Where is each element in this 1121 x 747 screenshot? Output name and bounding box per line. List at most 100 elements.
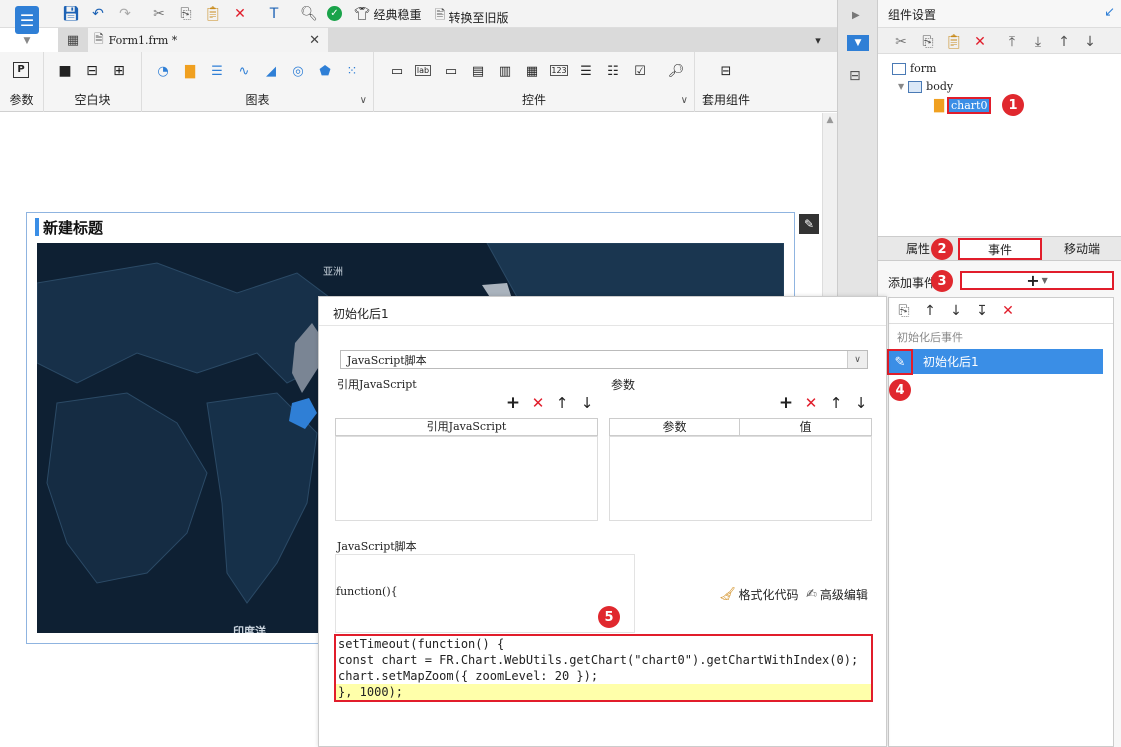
split-block-icon[interactable]: ⊞ bbox=[110, 62, 128, 80]
event-group-label: 初始化后事件 bbox=[897, 331, 963, 344]
chevron-down-icon[interactable]: ∨ bbox=[847, 351, 867, 368]
list-widget-icon[interactable]: ☰ bbox=[577, 62, 595, 80]
chevron-right-icon[interactable]: ▶ bbox=[852, 10, 860, 21]
advanced-edit-button[interactable]: ✍ 高级编辑 bbox=[806, 586, 868, 603]
component-settings-toggle-icon[interactable]: ▼ bbox=[847, 35, 869, 51]
delete-ref-icon[interactable]: ✕ bbox=[529, 394, 547, 412]
move-up-param-icon[interactable]: ↑ bbox=[827, 394, 845, 412]
paste-icon[interactable]: 📋︎ bbox=[945, 33, 963, 51]
tree-node-form[interactable]: form bbox=[892, 62, 936, 75]
area-chart-icon[interactable]: ◢ bbox=[262, 62, 280, 80]
absolute-block-icon[interactable]: ■ bbox=[56, 62, 74, 80]
script-type-select[interactable]: JavaScript脚本 ∨ bbox=[340, 350, 868, 369]
divider bbox=[319, 325, 886, 326]
move-up-icon[interactable]: ↑ bbox=[921, 302, 939, 320]
tab-form1[interactable]: 🗎︎ Form1.frm * ✕ bbox=[88, 28, 328, 52]
move-down-param-icon[interactable]: ↓ bbox=[852, 394, 870, 412]
tab-menu-icon[interactable]: ▾ bbox=[809, 31, 827, 49]
convert-old-version-button[interactable]: 🖹︎ 转换至旧版 bbox=[435, 6, 508, 28]
params-table-body[interactable] bbox=[609, 436, 872, 521]
copy-icon[interactable]: ⎘ bbox=[177, 5, 195, 23]
line-chart-icon[interactable]: ∿ bbox=[235, 62, 253, 80]
grid-icon[interactable]: ▦ bbox=[64, 31, 82, 49]
layout-icon[interactable]: ⊟ bbox=[849, 68, 861, 84]
body-icon bbox=[908, 80, 923, 93]
scroll-up-icon[interactable]: ▲ bbox=[823, 115, 837, 125]
param-icon[interactable]: P bbox=[13, 62, 29, 78]
search-widget-icon[interactable]: 🔎︎ bbox=[667, 62, 685, 80]
paste-icon[interactable]: 📋︎ bbox=[204, 5, 222, 23]
move-down-ref-icon[interactable]: ↓ bbox=[578, 394, 596, 412]
js-code-editor[interactable]: setTimeout(function() { const chart = FR… bbox=[334, 634, 873, 702]
add-event-button[interactable]: + ▼ bbox=[960, 271, 1114, 290]
textfield-widget-icon[interactable]: ▭ bbox=[442, 62, 460, 80]
preview-icon[interactable]: 🔍︎ bbox=[300, 5, 318, 23]
add-ref-icon[interactable]: + bbox=[504, 394, 522, 412]
app-menu-button[interactable]: ☰ ▼ bbox=[8, 4, 46, 48]
undo-icon[interactable]: ↶ bbox=[89, 5, 107, 23]
chevron-down-icon[interactable]: ∨ bbox=[681, 95, 688, 106]
event-item-after-init[interactable]: 初始化后1 bbox=[889, 349, 1103, 374]
delete-icon[interactable]: ✕ bbox=[231, 5, 249, 23]
copy-icon[interactable]: ⎘ bbox=[895, 302, 913, 320]
move-bottom-icon[interactable]: ⤓ bbox=[1029, 33, 1047, 51]
chart-node-icon: ▇ bbox=[934, 98, 944, 113]
move-down-icon[interactable]: ↓ bbox=[1081, 33, 1099, 51]
format-code-button[interactable]: 🧹︎ 格式化代码 bbox=[719, 586, 799, 603]
ribbon-group-widgets: ▭ lab ▭ ▤ ▥ ▦ 123 ☰ ☷ ☑ 🔎︎ 控件 ∨ bbox=[374, 52, 695, 112]
radio-group-icon[interactable]: ☷ bbox=[604, 62, 622, 80]
close-icon[interactable]: ✕ bbox=[309, 33, 320, 48]
tree-node-body[interactable]: ▼ body bbox=[898, 80, 953, 93]
save-icon[interactable]: 💾︎ bbox=[62, 5, 80, 23]
cut-icon[interactable]: ✂ bbox=[150, 5, 168, 23]
delete-icon[interactable]: ✕ bbox=[971, 33, 989, 51]
expand-icon[interactable]: ▼ bbox=[898, 82, 904, 91]
delete-param-icon[interactable]: ✕ bbox=[802, 394, 820, 412]
tab-mobile[interactable]: 移动端 bbox=[1042, 237, 1121, 260]
move-up-ref-icon[interactable]: ↑ bbox=[553, 394, 571, 412]
gauge-chart-icon[interactable]: ◎ bbox=[289, 62, 307, 80]
template-widget-icon[interactable]: ⊟ bbox=[717, 62, 735, 80]
text-format-icon[interactable]: T bbox=[265, 5, 283, 23]
scatter-chart-icon[interactable]: ⁙ bbox=[343, 62, 361, 80]
label-widget-icon[interactable]: lab bbox=[415, 65, 431, 76]
add-param-icon[interactable]: + bbox=[777, 394, 795, 412]
button-widget-icon[interactable]: ▭ bbox=[388, 62, 406, 80]
cut-icon[interactable]: ✂ bbox=[892, 33, 910, 51]
ref-js-table-body[interactable] bbox=[335, 436, 598, 521]
params-section-label: 参数 bbox=[611, 378, 636, 392]
pie-chart-icon[interactable]: ◔ bbox=[154, 62, 172, 80]
horizontal-bar-icon[interactable]: ☰ bbox=[208, 62, 226, 80]
tab-block-icon[interactable]: ⊟ bbox=[83, 62, 101, 80]
radar-chart-icon[interactable]: ⬟ bbox=[316, 62, 334, 80]
move-up-icon[interactable]: ↑ bbox=[1055, 33, 1073, 51]
redo-icon[interactable]: ↷ bbox=[116, 5, 134, 23]
copy-icon[interactable]: ⎘ bbox=[919, 33, 937, 51]
checkbox-group-icon[interactable]: ☑ bbox=[631, 62, 649, 80]
edit-event-icon[interactable]: ✎ bbox=[887, 349, 913, 375]
code-line-3: chart.setMapZoom({ zoomLevel: 20 }); bbox=[338, 669, 599, 683]
number-widget-icon[interactable]: 123 bbox=[550, 65, 568, 76]
tree-toolbar: ✂ ⎘ 📋︎ ✕ ⤒ ⤓ ↑ ↓ bbox=[878, 27, 1121, 54]
bar-chart-icon[interactable]: ▇ bbox=[181, 62, 199, 80]
collapse-icon[interactable]: ↙ bbox=[1104, 5, 1115, 20]
tree-node-chart0[interactable]: ▇ chart0 bbox=[934, 97, 992, 114]
chevron-down-icon[interactable]: ∨ bbox=[360, 95, 367, 106]
delete-icon[interactable]: ✕ bbox=[999, 302, 1017, 320]
classic-theme-button[interactable]: 👕︎ 经典稳重 bbox=[354, 6, 422, 23]
app-logo-icon: ☰ bbox=[15, 6, 39, 34]
tab-events[interactable]: 事件 bbox=[958, 238, 1042, 260]
code-line-1: setTimeout(function() { bbox=[338, 637, 505, 651]
date-widget-icon[interactable]: ▦ bbox=[523, 62, 541, 80]
check-icon[interactable]: ✓ bbox=[327, 6, 342, 21]
step-badge-2: 2 bbox=[931, 238, 953, 260]
textarea-widget-icon[interactable]: ▥ bbox=[496, 62, 514, 80]
sort-icon[interactable]: ↧ bbox=[973, 302, 991, 320]
chevron-down-icon: ▼ bbox=[23, 36, 31, 46]
edit-widget-icon[interactable]: ✎ bbox=[799, 214, 819, 234]
step-badge-5: 5 bbox=[598, 606, 620, 628]
move-top-icon[interactable]: ⤒ bbox=[1003, 33, 1021, 51]
move-down-icon[interactable]: ↓ bbox=[947, 302, 965, 320]
combobox-widget-icon[interactable]: ▤ bbox=[469, 62, 487, 80]
title-accent-bar bbox=[35, 218, 39, 236]
